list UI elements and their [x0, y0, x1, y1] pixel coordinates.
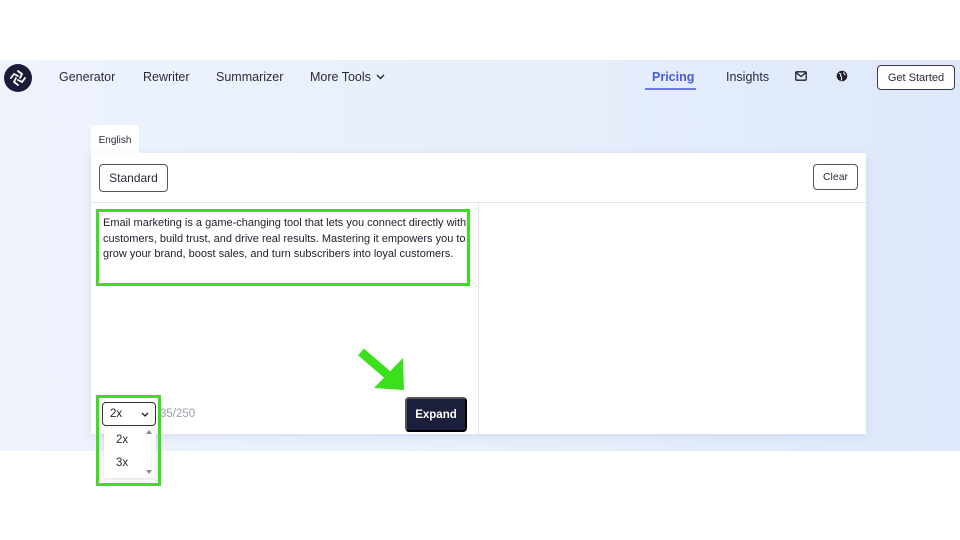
logo-icon[interactable]	[4, 64, 32, 92]
nav-summarizer-label: Summarizer	[216, 70, 284, 84]
editor-card: Standard Clear Email marketing is a game…	[91, 153, 866, 434]
chevron-down-icon	[376, 74, 385, 80]
pointer-arrow-icon	[358, 348, 404, 390]
tab-english[interactable]: English	[91, 125, 139, 155]
character-count: 35/250	[160, 408, 196, 420]
globe-icon[interactable]	[835, 69, 849, 83]
mode-standard-button[interactable]: Standard	[99, 164, 168, 192]
nav-rewriter-label: Rewriter	[143, 70, 190, 84]
nav-rewriter[interactable]: Rewriter	[143, 70, 190, 84]
nav-pricing-label: Pricing	[652, 70, 695, 84]
highlight-multiplier	[96, 395, 161, 486]
clear-button[interactable]: Clear	[813, 164, 858, 190]
highlight-input-text	[96, 209, 470, 286]
nav-active-underline	[645, 88, 696, 90]
expand-button[interactable]: Expand	[405, 397, 467, 432]
nav-generator-label: Generator	[59, 70, 116, 84]
page: Generator Rewriter Summarizer More Tools…	[0, 0, 960, 540]
editor-toolbar: Standard Clear	[91, 153, 866, 203]
nav-pricing[interactable]: Pricing	[652, 70, 694, 84]
panel-divider	[478, 203, 479, 434]
mail-icon[interactable]	[794, 69, 808, 83]
nav-summarizer[interactable]: Summarizer	[216, 70, 283, 84]
get-started-button[interactable]: Get Started	[877, 65, 955, 90]
nav-insights-label: Insights	[726, 70, 770, 84]
nav-generator[interactable]: Generator	[59, 70, 115, 84]
nav-insights[interactable]: Insights	[726, 70, 769, 84]
nav-more-tools-label: More Tools	[310, 70, 371, 84]
nav-more-tools[interactable]: More Tools	[310, 70, 385, 84]
